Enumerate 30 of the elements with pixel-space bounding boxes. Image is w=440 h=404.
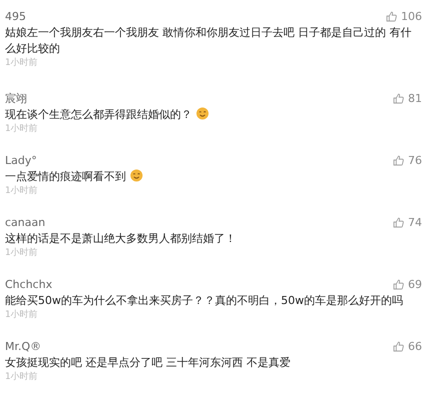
- comment-time: 1小时前: [5, 186, 38, 196]
- comment-text: 姑娘左一个我朋友右一个我朋友 敢情你和你朋友过日子去吧 日子都是自己过的 有什么好比较的: [5, 26, 412, 55]
- like-count: 76: [408, 153, 422, 169]
- username[interactable]: canaan: [5, 214, 46, 231]
- comment-time: 1小时前: [5, 58, 38, 68]
- comment-time: 1小时前: [5, 124, 38, 134]
- like-icon[interactable]: [393, 93, 404, 104]
- comment-time: 1小时前: [5, 372, 38, 382]
- comment-text: 女孩挺现实的吧 还是早点分了吧 三十年河东河西 不是真爱: [5, 356, 290, 369]
- username[interactable]: 宸翊: [5, 90, 27, 107]
- username[interactable]: Lady°: [5, 152, 37, 169]
- like-icon[interactable]: [393, 341, 404, 352]
- comment-text: 一点爱情的痕迹啊看不到: [5, 170, 126, 183]
- username[interactable]: Mr.Q®: [5, 338, 42, 355]
- like-count: 81: [408, 91, 422, 107]
- username[interactable]: Chchchx: [5, 276, 52, 293]
- comment-text: 能给买50w的车为什么不拿出来买房子？？真的不明白，50w的车是那么好开的吗: [5, 294, 403, 307]
- like-icon[interactable]: [393, 217, 404, 228]
- like-icon[interactable]: [393, 279, 404, 290]
- like-count: 74: [408, 215, 422, 231]
- comment-time: 1小时前: [5, 248, 38, 258]
- like-count: 66: [408, 339, 422, 355]
- username[interactable]: 495: [5, 8, 26, 25]
- like-count: 106: [401, 9, 422, 25]
- comment-time: 1小时前: [5, 310, 38, 320]
- comment-text: 现在谈个生意怎么都弄得跟结婚似的？: [5, 108, 192, 121]
- like-icon[interactable]: [386, 11, 397, 22]
- like-icon[interactable]: [393, 155, 404, 166]
- like-count: 69: [408, 277, 422, 293]
- comment-text: 这样的话是不是萧山绝大多数男人都别结婚了！: [5, 232, 236, 245]
